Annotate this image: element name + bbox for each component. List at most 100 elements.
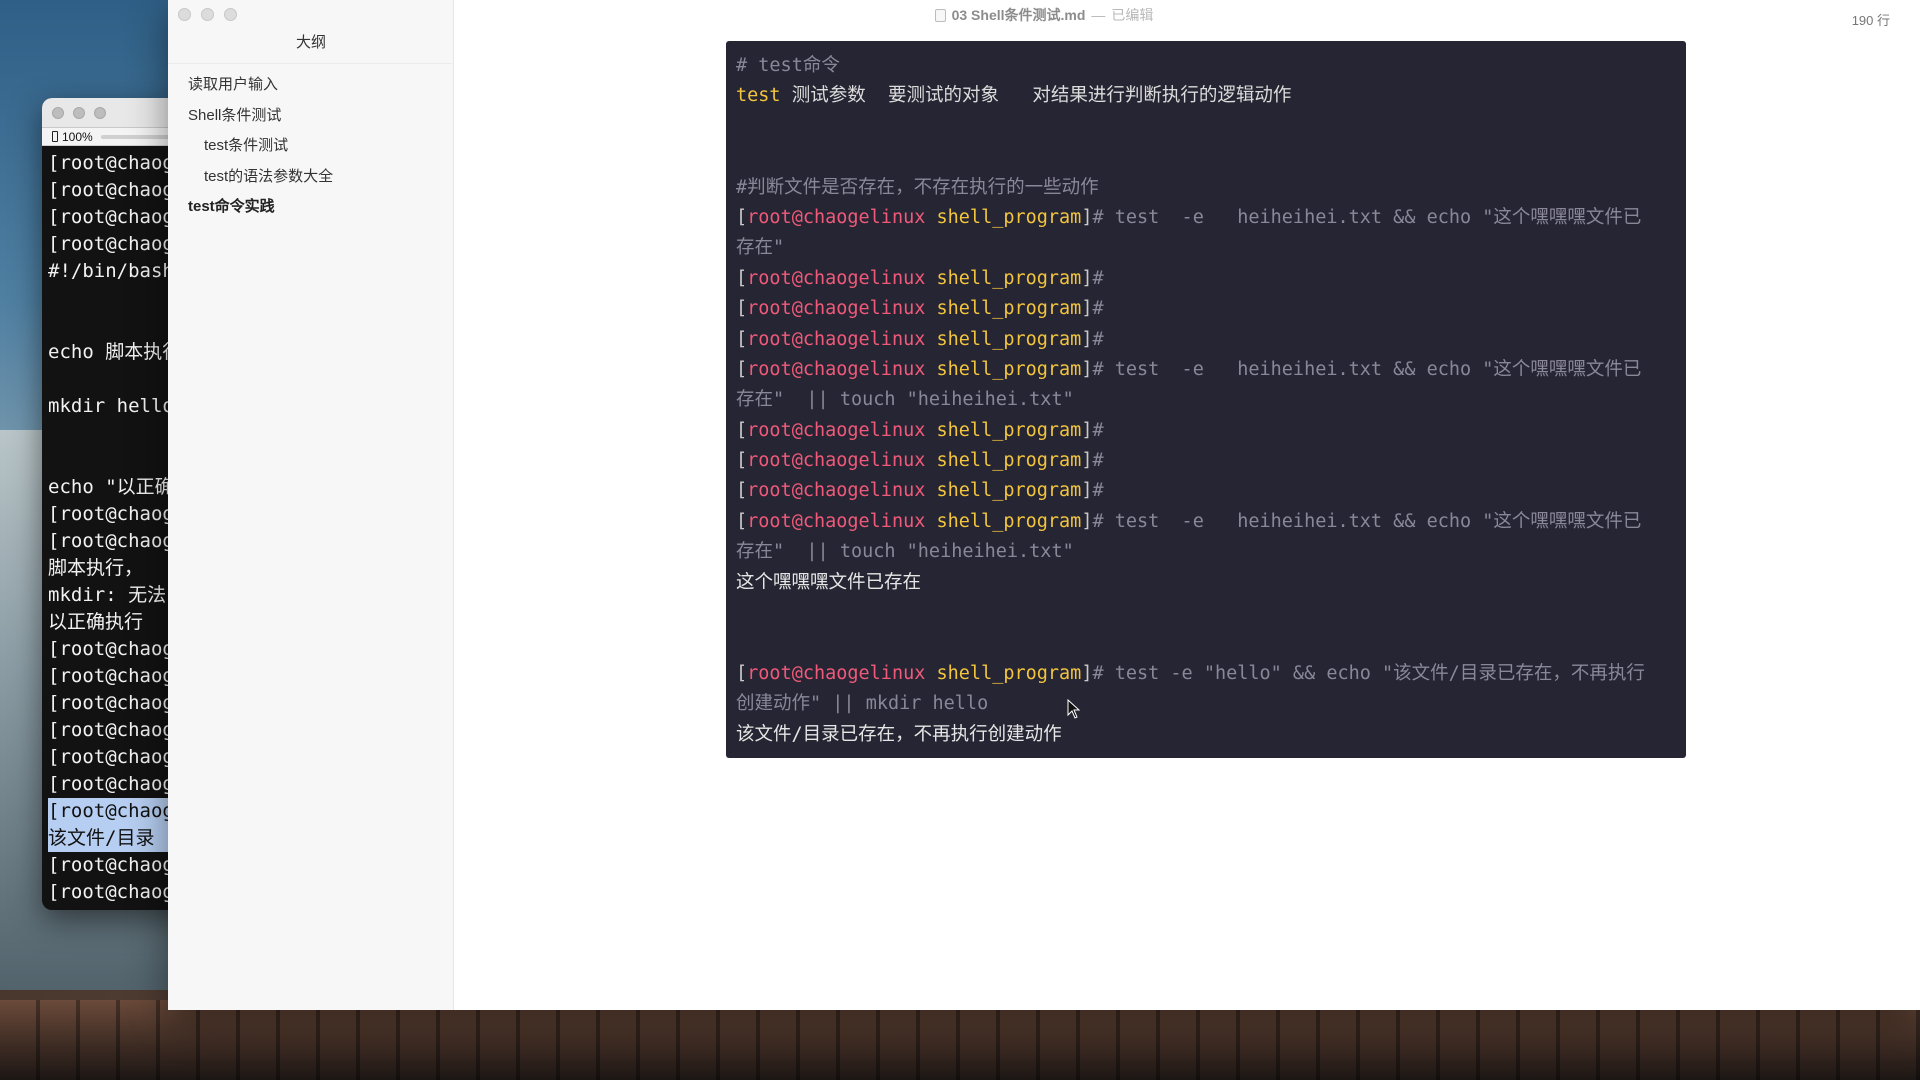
code-token: [ [736, 206, 748, 228]
code-token: [ [736, 510, 748, 532]
outline-sidebar: 大纲 读取用户输入 Shell条件测试 test条件测试 test的语法参数大全 tes… [168, 0, 454, 1010]
code-token: root [747, 206, 792, 228]
line-count: 190 行 [1851, 13, 1890, 28]
code-token: chaogelinux [802, 328, 926, 350]
code-line: 存在" [736, 233, 1676, 263]
code-token: ] [1081, 298, 1093, 320]
code-token: ] [1081, 480, 1093, 502]
edit-status: 已编辑 [1111, 7, 1154, 23]
code-token: root [747, 358, 792, 380]
code-token: chaogelinux [802, 510, 926, 532]
code-line: [root@chaogelinux shell_program]# [736, 294, 1676, 324]
code-token: 存在" || touch "heiheihei.txt" [736, 389, 1074, 411]
code-token: shell_program [936, 480, 1082, 502]
code-token: root [747, 662, 792, 684]
code-line: [root@chaogelinux shell_program]# [736, 416, 1676, 446]
code-token: # [1092, 419, 1104, 441]
code-token: @ [791, 662, 803, 684]
outline-item[interactable]: test条件测试 [168, 131, 454, 162]
code-token: # [1092, 450, 1104, 472]
file-name: 03 Shell条件测试.md [951, 7, 1086, 23]
minimize-button[interactable] [201, 8, 214, 21]
terminal-close-button[interactable] [52, 107, 64, 119]
code-line: [root@chaogelinux shell_program]# [736, 446, 1676, 476]
code-line: [root@chaogelinux shell_program]# test -… [736, 355, 1676, 385]
code-token: test [736, 85, 781, 107]
code-token: shell_program [936, 206, 1082, 228]
code-token: shell_program [936, 662, 1082, 684]
code-token: # test -e heiheihei.txt && echo "这个嘿嘿嘿文件… [1092, 358, 1642, 380]
code-token: # test -e "hello" && echo "该文件/目录已存在，不再执… [1092, 662, 1645, 684]
code-token: chaogelinux [802, 298, 926, 320]
code-token: chaogelinux [802, 662, 926, 684]
code-content[interactable]: # test命令 test 测试参数 要测试的对象 对结果进行判断执行的逻辑动作 #… [736, 51, 1676, 750]
code-token: chaogelinux [802, 450, 926, 472]
code-token: @ [791, 328, 803, 350]
outline-item[interactable]: test的语法参数大全 [168, 162, 454, 193]
code-token: ] [1081, 328, 1093, 350]
code-token: [ [736, 662, 748, 684]
code-token: shell_program [936, 298, 1082, 320]
code-token: chaogelinux [802, 419, 926, 441]
code-token: root [747, 450, 792, 472]
code-token: ] [1081, 510, 1093, 532]
code-line: [root@chaogelinux shell_program]# [736, 476, 1676, 506]
code-token: chaogelinux [802, 480, 926, 502]
outline-item[interactable]: 读取用户输入 [168, 70, 454, 101]
code-token: # test -e heiheihei.txt && echo "这个嘿嘿嘿文件… [1092, 206, 1642, 228]
code-token: root [747, 510, 792, 532]
code-line: [root@chaogelinux shell_program]# test -… [736, 507, 1676, 537]
code-line: #判断文件是否存在，不存在执行的一些动作 [736, 173, 1676, 203]
code-token: ] [1081, 358, 1093, 380]
desktop-wallpaper-city [0, 1000, 1920, 1080]
code-token: 该文件/目录已存在，不再执行创建动作 [736, 723, 1062, 745]
code-token: shell_program [936, 419, 1082, 441]
code-token: # [1092, 328, 1104, 350]
code-token: @ [791, 298, 803, 320]
fullscreen-button[interactable] [224, 8, 237, 21]
code-line: [root@chaogelinux shell_program]# [736, 325, 1676, 355]
code-token: 这个嘿嘿嘿文件已存在 [736, 571, 922, 593]
terminal-zoom-level: 100% [62, 129, 93, 144]
terminal-zoom-button[interactable] [94, 107, 106, 119]
code-token: root [747, 298, 792, 320]
code-token: @ [791, 510, 803, 532]
code-line: 该文件/目录已存在，不再执行创建动作 [736, 720, 1676, 750]
code-line: 创建动作" || mkdir hello [736, 689, 1676, 719]
code-line: 存在" || touch "heiheihei.txt" [736, 385, 1676, 415]
code-token: @ [791, 419, 803, 441]
code-token: root [747, 267, 792, 289]
title-separator: — [1091, 7, 1106, 23]
code-token: root [747, 419, 792, 441]
code-token: chaogelinux [802, 206, 926, 228]
code-block[interactable]: # test命令 test 测试参数 要测试的对象 对结果进行判断执行的逻辑动作 #… [726, 41, 1686, 758]
close-button[interactable] [178, 8, 191, 21]
battery-icon [52, 131, 58, 142]
code-token: [ [736, 480, 748, 502]
code-token: root [747, 480, 792, 502]
code-token: # test -e heiheihei.txt && echo "这个嘿嘿嘿文件… [1092, 510, 1642, 532]
code-token: 存在" [736, 237, 785, 259]
code-token: @ [791, 206, 803, 228]
terminal-minimize-button[interactable] [73, 107, 85, 119]
code-token: ] [1081, 206, 1093, 228]
code-token: # [1092, 298, 1104, 320]
code-token: [ [736, 358, 748, 380]
code-token: shell_program [936, 510, 1082, 532]
code-token: @ [791, 480, 803, 502]
code-token: [ [736, 419, 748, 441]
outline-item[interactable]: Shell条件测试 [168, 101, 454, 132]
code-token: 测试参数 要测试的对象 对结果进行判断执行的逻辑动作 [780, 85, 1292, 107]
code-token: ] [1081, 267, 1093, 289]
code-line: [root@chaogelinux shell_program]# [736, 264, 1676, 294]
code-token: ] [1081, 419, 1093, 441]
outline-item[interactable]: test命令实践 [168, 192, 454, 223]
